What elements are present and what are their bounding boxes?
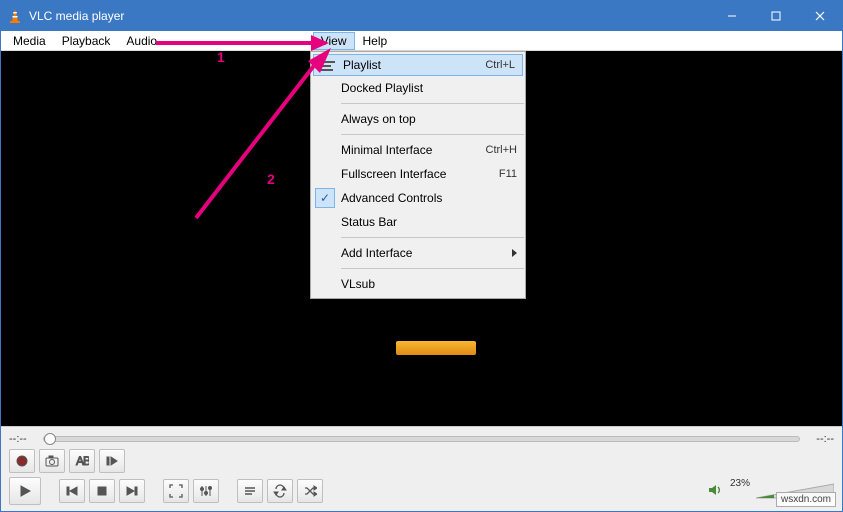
playlist-button[interactable] [237, 479, 263, 503]
menu-audio[interactable]: Audio [118, 32, 165, 50]
menu-item-label: Docked Playlist [341, 81, 517, 95]
play-button[interactable] [9, 477, 41, 505]
svg-text:B: B [83, 454, 89, 468]
menu-item-label: VLsub [341, 277, 517, 291]
maximize-button[interactable] [754, 1, 798, 31]
vlc-cone-icon [7, 8, 23, 24]
menu-item-shortcut: Ctrl+L [485, 59, 515, 71]
window-title: VLC media player [29, 9, 710, 23]
menu-help[interactable]: Help [355, 32, 396, 50]
close-button[interactable] [798, 1, 842, 31]
playlist-icon [321, 61, 335, 73]
menu-item-docked-playlist[interactable]: Docked Playlist [311, 76, 525, 100]
shuffle-button[interactable] [297, 479, 323, 503]
menu-item-label: Advanced Controls [341, 191, 517, 205]
main-controls-row: 23% [9, 473, 834, 505]
menu-separator [341, 103, 524, 104]
menu-item-always-on-top[interactable]: Always on top [311, 107, 525, 131]
menu-separator [341, 268, 524, 269]
annotation-step2: 2 [267, 171, 275, 187]
watermark: wsxdn.com [776, 492, 836, 507]
next-button[interactable] [119, 479, 145, 503]
menu-item-add-interface[interactable]: Add Interface [311, 241, 525, 265]
menu-item-vlsub[interactable]: VLsub [311, 272, 525, 296]
submenu-arrow-icon [512, 249, 517, 257]
menu-view[interactable]: View [313, 32, 355, 50]
extended-settings-button[interactable] [193, 479, 219, 503]
menu-playback[interactable]: Playback [54, 32, 119, 50]
loop-button[interactable] [267, 479, 293, 503]
seek-bar-row: --:-- --:-- [9, 431, 834, 447]
menu-item-fullscreen-interface[interactable]: Fullscreen Interface F11 [311, 162, 525, 186]
volume-percent: 23% [730, 478, 750, 489]
elapsed-time: --:-- [9, 433, 37, 445]
fullscreen-button[interactable] [163, 479, 189, 503]
menu-item-playlist[interactable]: Playlist Ctrl+L [313, 54, 523, 76]
menu-item-minimal-interface[interactable]: Minimal Interface Ctrl+H [311, 138, 525, 162]
loop-ab-button[interactable]: AB [69, 449, 95, 473]
menu-item-label: Minimal Interface [341, 143, 486, 157]
seek-slider[interactable] [43, 436, 800, 442]
menu-separator [341, 237, 524, 238]
menu-item-label: Playlist [343, 58, 485, 72]
menu-item-label: Add Interface [341, 246, 517, 260]
total-time: --:-- [806, 433, 834, 445]
menu-media[interactable]: Media [5, 32, 54, 50]
snapshot-button[interactable] [39, 449, 65, 473]
minimize-button[interactable] [710, 1, 754, 31]
menubar: Media Playback Audio View Help [1, 31, 842, 51]
menu-item-shortcut: Ctrl+H [486, 144, 517, 156]
menu-separator [341, 134, 524, 135]
menu-item-label: Status Bar [341, 215, 517, 229]
titlebar: VLC media player [1, 1, 842, 31]
annotation-step1: 1 [217, 49, 225, 65]
menu-item-label: Always on top [341, 112, 517, 126]
menu-item-label: Fullscreen Interface [341, 167, 499, 181]
menu-item-shortcut: F11 [499, 168, 517, 180]
speaker-icon[interactable] [708, 483, 724, 500]
view-dropdown: Playlist Ctrl+L Docked Playlist Always o… [310, 51, 526, 299]
menu-item-status-bar[interactable]: Status Bar [311, 210, 525, 234]
vlc-logo-icon [396, 341, 476, 355]
check-icon: ✓ [315, 188, 335, 208]
app-window: VLC media player Media Playback Audio Vi… [0, 0, 843, 512]
advanced-controls-row: AB [9, 447, 834, 473]
record-button[interactable] [9, 449, 35, 473]
previous-button[interactable] [59, 479, 85, 503]
controls-panel: --:-- --:-- AB 23% [1, 426, 842, 511]
menu-item-advanced-controls[interactable]: ✓ Advanced Controls [311, 186, 525, 210]
seek-thumb[interactable] [44, 433, 56, 445]
stop-button[interactable] [89, 479, 115, 503]
frame-step-button[interactable] [99, 449, 125, 473]
